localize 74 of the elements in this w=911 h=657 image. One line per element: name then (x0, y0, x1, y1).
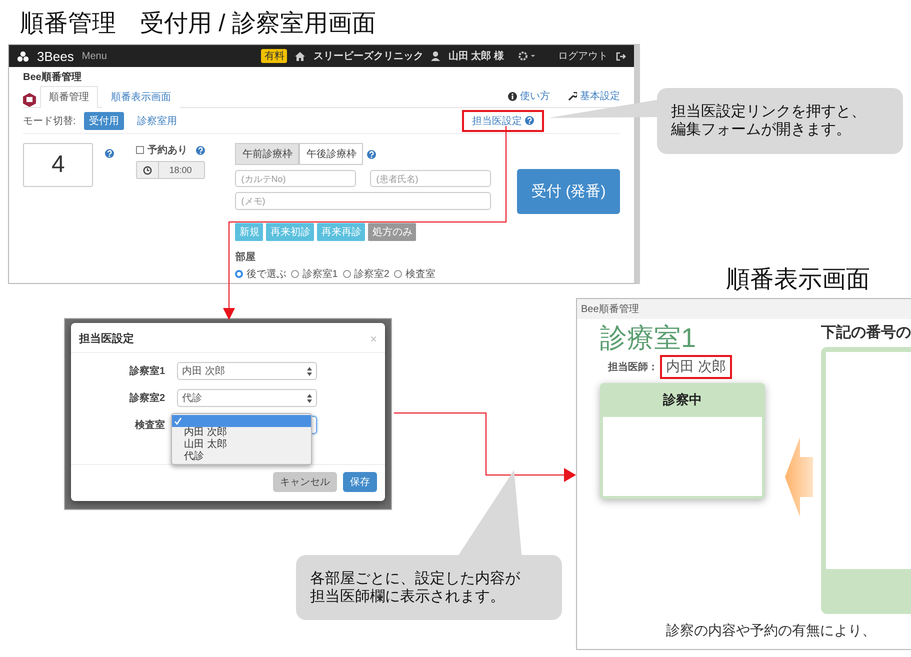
header-link[interactable]: 使い方 (508, 89, 550, 103)
field-label: 診察室1 (128, 364, 165, 378)
room-label: 部屋 (235, 250, 256, 264)
callout-text: 担当医設定リンクを押すと、 (671, 103, 866, 121)
dialog-button[interactable]: 保存 (343, 472, 377, 492)
time-field[interactable]: 18:00 (136, 161, 206, 179)
info-icon (508, 92, 517, 100)
help-icon[interactable] (525, 116, 534, 125)
updown-icon (307, 366, 312, 376)
radio-indicator[interactable] (235, 270, 244, 278)
settings-icon[interactable] (518, 51, 536, 61)
queue-number: 4 (23, 143, 94, 187)
card-title: 診察中 (662, 391, 703, 409)
memo-field[interactable]: (メモ) (235, 192, 492, 210)
mode-label: モード切替: (23, 114, 76, 128)
callout-text: 各部屋ごとに、設定した内容が (310, 570, 520, 588)
dropdown-option[interactable]: 内田 次郎 (172, 427, 311, 439)
queue-heading: 下記の番号の (821, 323, 911, 342)
bees-logo-icon (17, 50, 29, 62)
menu-link[interactable]: Menu (82, 50, 107, 62)
app-logo-icon (23, 93, 36, 107)
dialog-button[interactable]: キャンセル (273, 472, 337, 492)
help-icon[interactable] (105, 149, 114, 158)
submit-button[interactable]: 受付 (発番) (517, 169, 620, 214)
wrench-icon (568, 92, 577, 100)
room-name: 診療室1 (600, 322, 698, 354)
footer-note: 診察の内容や予約の有無により、 (665, 621, 877, 640)
clinic-name: スリービーズクリニック (313, 50, 424, 63)
window-title: Bee順番管理 (577, 299, 911, 319)
page-heading: 順番管理 受付用 / 診察室用画面 (20, 9, 376, 39)
updown-icon (307, 394, 312, 402)
field-label: 検査室 (134, 418, 165, 432)
dialog-title: 担当医設定 (79, 332, 134, 346)
help-icon[interactable] (196, 146, 206, 154)
user-name: 山田 太郎 様 (448, 49, 504, 63)
header-link[interactable]: 基本設定 (568, 89, 620, 103)
room-radio[interactable]: 診察室1 (291, 267, 338, 281)
brand-name[interactable]: 3Bees (37, 48, 74, 64)
clock-icon (143, 166, 152, 174)
chart-number-field[interactable]: (カルテNo) (235, 170, 356, 187)
plan-badge: 有料 (261, 49, 288, 63)
patient-name-field[interactable]: (患者氏名) (370, 170, 492, 187)
select-field[interactable]: 代診 (177, 389, 317, 407)
doctor-label: 担当医師： (608, 360, 658, 374)
check-icon (174, 417, 182, 425)
room-radio[interactable]: 検査室 (394, 267, 436, 281)
checkbox-indicator[interactable] (136, 146, 144, 154)
doctor-name: 内田 次郎 (660, 355, 732, 379)
logout-link[interactable]: ログアウト (558, 49, 608, 63)
arrow-icon (785, 437, 813, 517)
room-radio[interactable]: 診察室2 (342, 267, 390, 281)
dropdown-option[interactable]: 山田 太郎 (172, 439, 311, 451)
callout-text: 担当医師欄に表示されます。 (310, 588, 506, 606)
tab[interactable]: 順番管理 (40, 86, 98, 108)
mode-toggle[interactable]: 受付用 (84, 112, 124, 130)
section-heading: 順番表示画面 (726, 265, 870, 295)
callout-text: 編集フォームが開きます。 (671, 121, 852, 139)
doctor-settings-link[interactable]: 担当医設定 (472, 114, 534, 128)
radio-indicator[interactable] (291, 270, 300, 278)
help-icon[interactable] (367, 150, 376, 158)
room-radio[interactable]: 後で選ぶ (235, 267, 286, 281)
mode-toggle[interactable]: 診察室用 (132, 112, 182, 130)
user-icon (431, 51, 440, 61)
radio-indicator[interactable] (342, 270, 351, 278)
field-label: 診察室2 (128, 391, 165, 405)
home-icon (295, 52, 306, 60)
slot-toggle[interactable]: 午後診療枠 (299, 143, 364, 165)
app-title: Bee順番管理 (23, 70, 82, 84)
dropdown-option[interactable]: 代診 (172, 451, 311, 463)
reservation-checkbox[interactable]: 予約あり (136, 143, 188, 157)
select-field[interactable]: 内田 次郎 (177, 362, 317, 380)
radio-indicator[interactable] (394, 270, 402, 278)
slot-toggle[interactable]: 午前診療枠 (235, 143, 300, 165)
logout-icon (616, 52, 626, 60)
